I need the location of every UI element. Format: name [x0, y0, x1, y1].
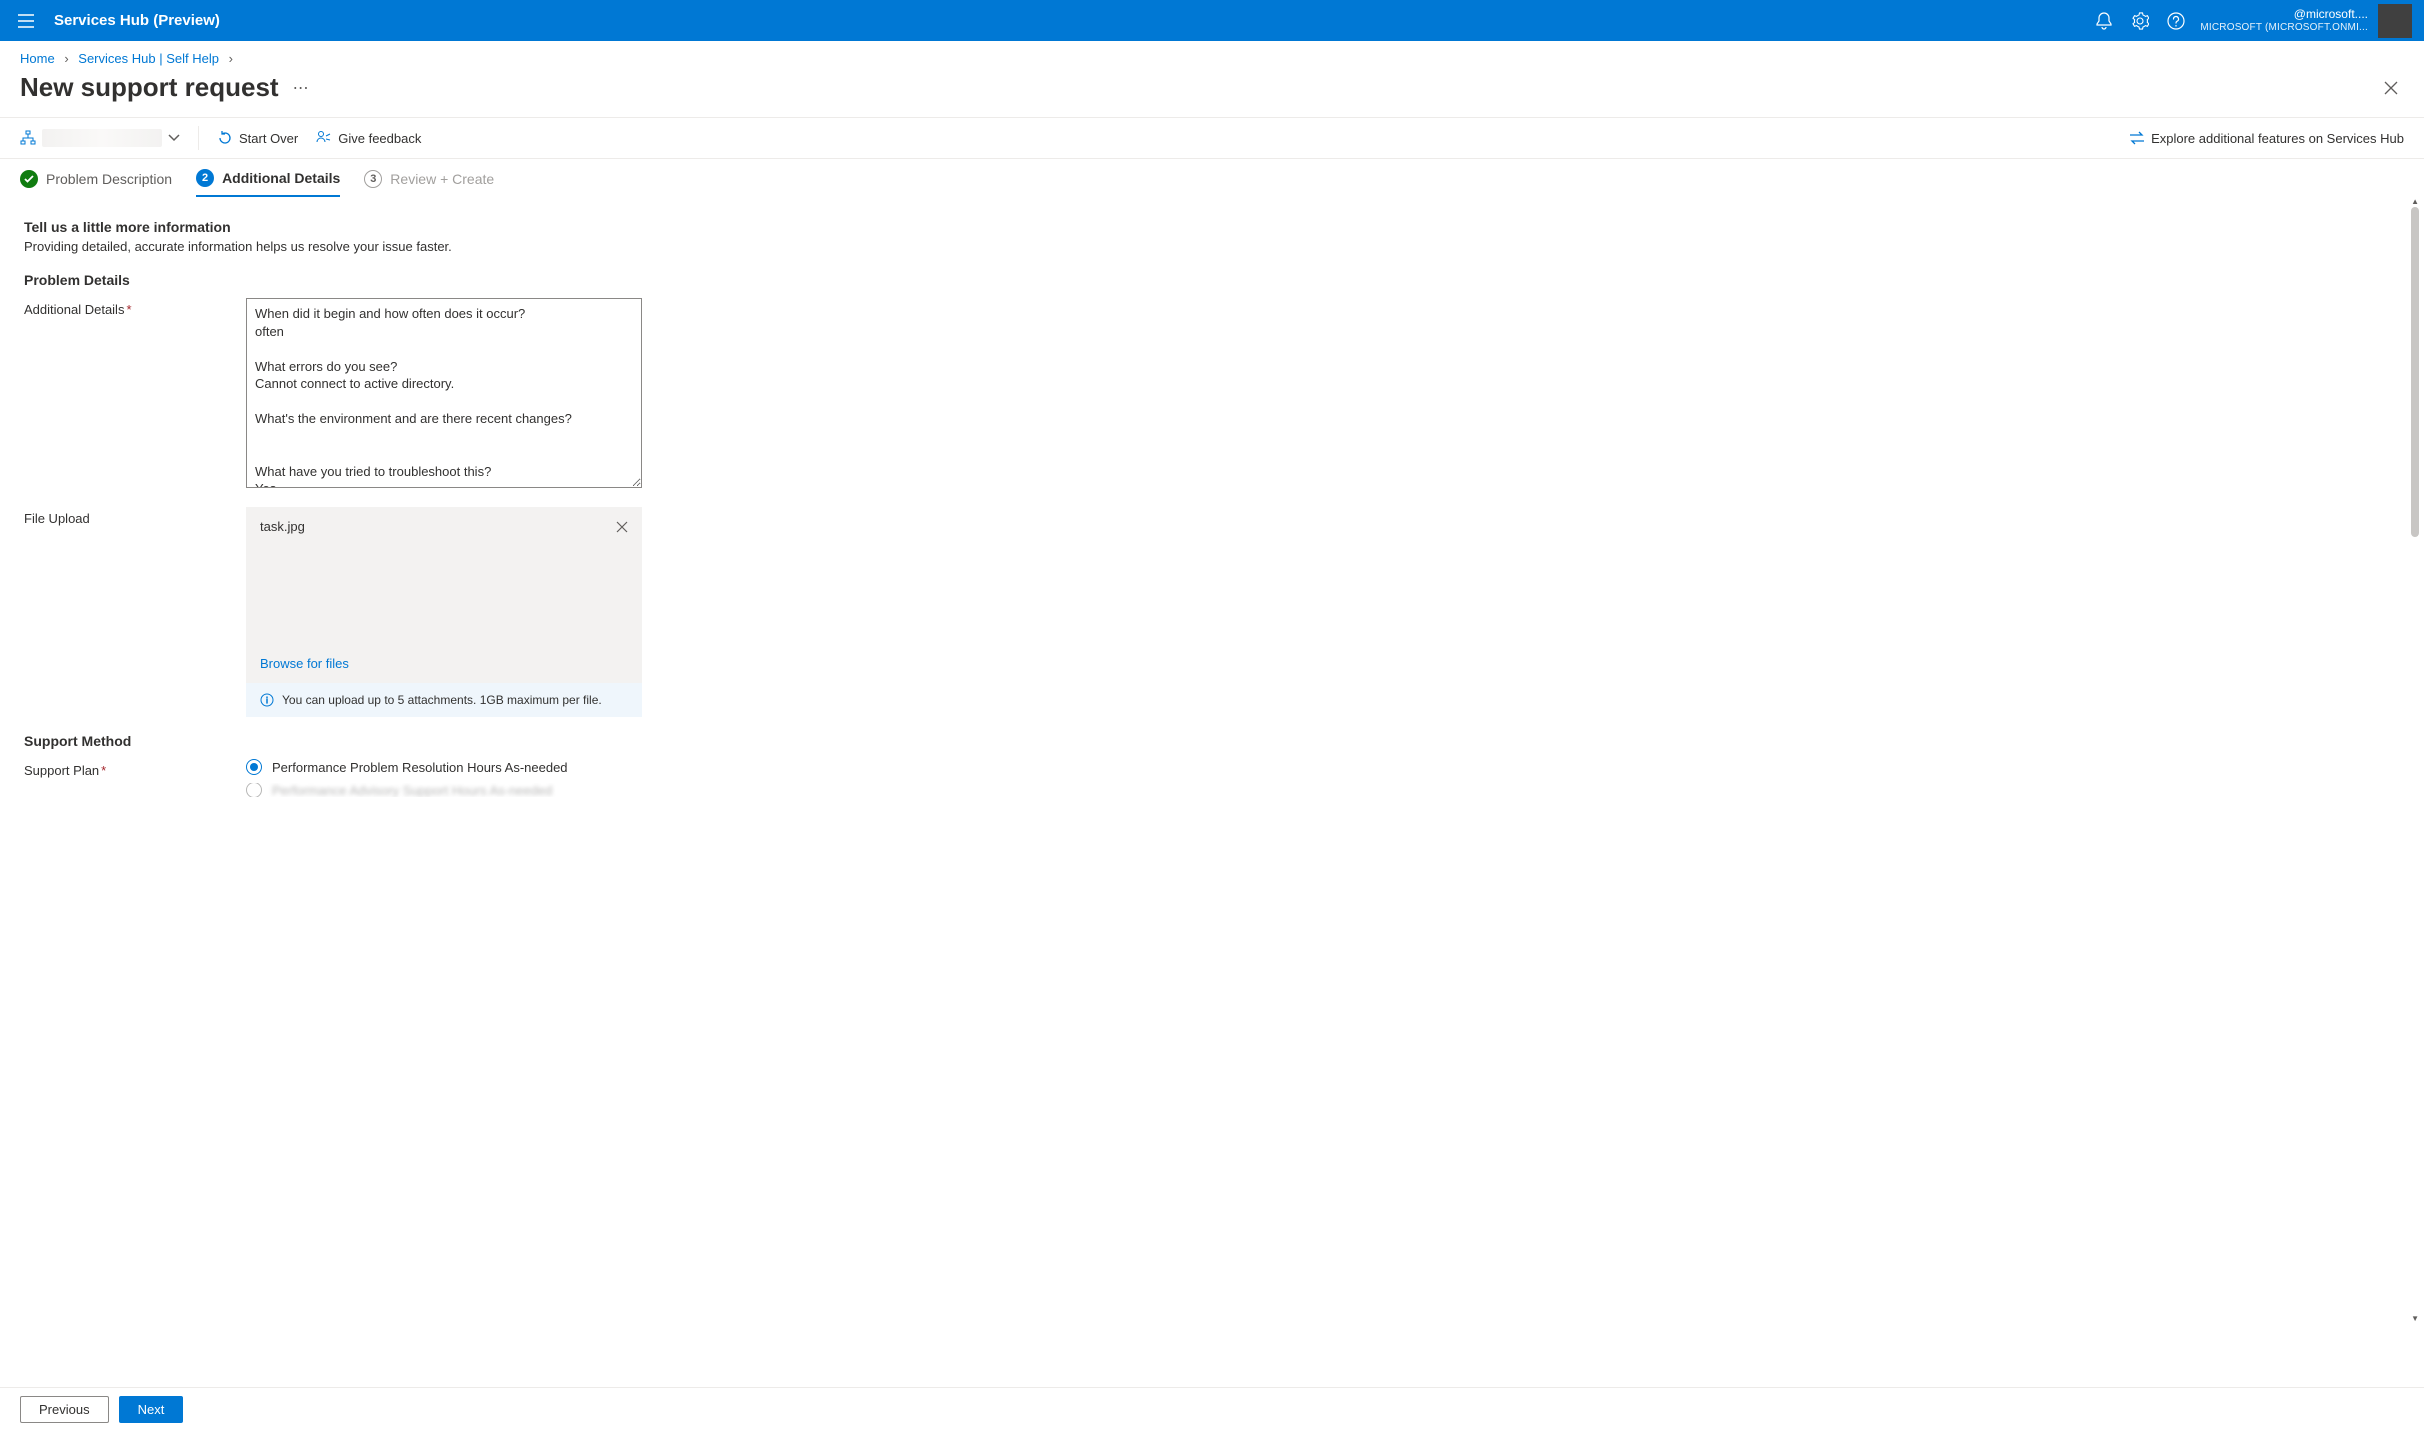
- start-over-button[interactable]: Start Over: [217, 130, 298, 146]
- page-header: New support request ⋯: [0, 72, 2424, 117]
- close-icon: [2384, 81, 2398, 95]
- step-review-create[interactable]: 3 Review + Create: [364, 170, 494, 196]
- resource-picker[interactable]: [20, 129, 180, 147]
- gear-icon: [2131, 12, 2149, 30]
- step-problem-description[interactable]: Problem Description: [20, 170, 172, 196]
- upload-dropzone[interactable]: [246, 546, 642, 646]
- give-feedback-button[interactable]: Give feedback: [316, 130, 421, 146]
- more-actions-button[interactable]: ⋯: [293, 78, 310, 98]
- remove-file-button[interactable]: [616, 521, 628, 533]
- plan-radio-1[interactable]: Performance Problem Resolution Hours As-…: [246, 759, 568, 775]
- step-2-label: Additional Details: [222, 170, 340, 186]
- account-tenant: MICROSOFT (MICROSOFT.ONMI...: [2200, 22, 2368, 34]
- explore-label: Explore additional features on Services …: [2151, 131, 2404, 146]
- account-info[interactable]: @microsoft.... MICROSOFT (MICROSOFT.ONMI…: [2200, 7, 2368, 33]
- swap-icon: [2129, 131, 2145, 145]
- form-content: Tell us a little more information Provid…: [0, 201, 2424, 1365]
- page-title: New support request: [20, 72, 279, 103]
- next-button[interactable]: Next: [119, 1396, 184, 1423]
- close-icon: [616, 521, 628, 533]
- hamburger-icon: [18, 14, 34, 28]
- give-feedback-label: Give feedback: [338, 131, 421, 146]
- step-2-badge: 2: [196, 169, 214, 187]
- support-method-title: Support Method: [24, 733, 2400, 749]
- breadcrumb-home[interactable]: Home: [20, 51, 55, 66]
- upload-info: You can upload up to 5 attachments. 1GB …: [246, 683, 642, 717]
- file-upload-label: File Upload: [24, 507, 246, 526]
- step-additional-details[interactable]: 2 Additional Details: [196, 169, 340, 197]
- avatar[interactable]: [2378, 4, 2412, 38]
- breadcrumb-hub[interactable]: Services Hub | Self Help: [78, 51, 219, 66]
- hamburger-menu-button[interactable]: [12, 7, 40, 35]
- section-subtext: Providing detailed, accurate information…: [24, 239, 2400, 254]
- close-button[interactable]: [2378, 75, 2404, 101]
- support-plan-label: Support Plan*: [24, 759, 246, 778]
- previous-button[interactable]: Previous: [20, 1396, 109, 1423]
- chevron-right-icon: ›: [229, 51, 233, 66]
- plan-radio-2[interactable]: Performance Advisory Support Hours As-ne…: [246, 783, 568, 797]
- start-over-label: Start Over: [239, 131, 298, 146]
- topbar: Services Hub (Preview) @microsoft.... MI…: [0, 0, 2424, 41]
- wizard-steps: Problem Description 2 Additional Details…: [0, 159, 2424, 201]
- actionbar: Start Over Give feedback Explore additio…: [0, 117, 2424, 159]
- app-title: Services Hub (Preview): [54, 12, 220, 29]
- radio-checked-icon: [246, 759, 262, 775]
- settings-button[interactable]: [2130, 11, 2150, 31]
- additional-details-label: Additional Details*: [24, 298, 246, 317]
- check-icon: [20, 170, 38, 188]
- help-button[interactable]: [2166, 11, 2186, 31]
- restart-icon: [217, 130, 233, 146]
- scroll-thumb[interactable]: [2411, 207, 2419, 537]
- wizard-footer: Previous Next: [0, 1387, 2424, 1431]
- feedback-icon: [316, 130, 332, 146]
- browse-files-link[interactable]: Browse for files: [260, 656, 349, 671]
- chevron-down-icon: [168, 134, 180, 142]
- section-heading: Tell us a little more information: [24, 219, 2400, 235]
- step-3-badge: 3: [364, 170, 382, 188]
- help-icon: [2167, 12, 2185, 30]
- additional-details-textarea[interactable]: [246, 298, 642, 488]
- scroll-up-arrow[interactable]: ▲: [2411, 197, 2419, 206]
- bell-icon: [2096, 12, 2112, 30]
- problem-details-title: Problem Details: [24, 272, 2400, 288]
- resource-placeholder: [42, 129, 162, 147]
- explore-link[interactable]: Explore additional features on Services …: [2129, 131, 2404, 146]
- plan-radio-1-label: Performance Problem Resolution Hours As-…: [272, 760, 568, 775]
- plan-radio-2-label: Performance Advisory Support Hours As-ne…: [272, 783, 552, 797]
- breadcrumb: Home › Services Hub | Self Help ›: [0, 41, 2424, 72]
- chevron-right-icon: ›: [64, 51, 68, 66]
- scroll-down-arrow[interactable]: ▼: [2411, 1314, 2419, 1323]
- uploaded-file-row: task.jpg: [246, 507, 642, 546]
- radio-unchecked-icon: [246, 783, 262, 797]
- upload-box: task.jpg Browse for files You can upload…: [246, 507, 642, 717]
- notifications-button[interactable]: [2094, 11, 2114, 31]
- upload-info-text: You can upload up to 5 attachments. 1GB …: [282, 693, 602, 707]
- uploaded-file-name: task.jpg: [260, 519, 305, 534]
- scrollbar[interactable]: ▲ ▼: [2408, 201, 2422, 1365]
- account-email: @microsoft....: [2200, 7, 2368, 21]
- step-1-label: Problem Description: [46, 171, 172, 187]
- step-3-label: Review + Create: [390, 171, 494, 187]
- info-icon: [260, 693, 274, 707]
- hierarchy-icon: [20, 130, 36, 146]
